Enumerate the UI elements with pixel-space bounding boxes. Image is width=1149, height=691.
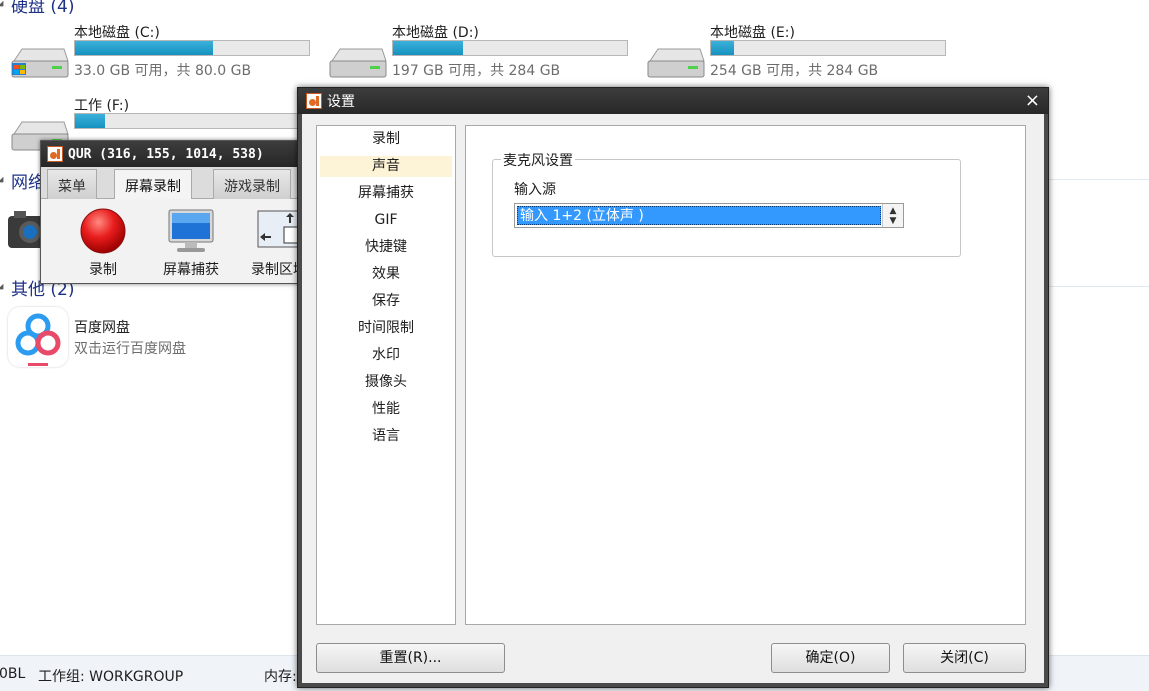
qur-toolbar: 录制 屏幕捕获 录制区域 — [41, 199, 309, 283]
collapse-arrow-icon[interactable] — [0, 176, 7, 185]
tab-screen-record[interactable]: 屏幕录制 — [114, 169, 192, 200]
record-button[interactable]: 录制 — [58, 203, 148, 281]
group-title: 麦克风设置 — [501, 150, 575, 170]
qur-titlebar[interactable]: QUR (316, 155, 1014, 538) — [41, 141, 309, 167]
drive-usage-fill — [75, 114, 106, 128]
tool-label: 录制 — [89, 262, 117, 278]
drive-size: 197 GB 可用，共 284 GB — [392, 63, 561, 79]
screen-capture-button[interactable]: 屏幕捕获 — [146, 203, 236, 281]
tool-label: 屏幕捕获 — [163, 262, 219, 278]
drive-d[interactable]: 本地磁盘 (D:) 197 GB 可用，共 284 GB — [326, 25, 636, 87]
workgroup-label: 工作组: WORKGROUP — [38, 669, 184, 685]
settings-content-panel: 麦克风设置 输入源 输入 1+2 (立体声 ) ▲ ▼ — [465, 125, 1026, 625]
baidu-netdisk-item[interactable]: 百度网盘 双击运行百度网盘 — [8, 307, 308, 369]
qur-tabs: 菜单 屏幕录制 游戏录制 — [41, 167, 309, 200]
reset-button[interactable]: 重置(R)... — [316, 643, 505, 673]
drive-e[interactable]: 本地磁盘 (E:) 254 GB 可用，共 284 GB — [644, 25, 954, 87]
drive-usage-bar — [710, 40, 946, 56]
app-name: 百度网盘 — [74, 320, 130, 336]
tab-game-record[interactable]: 游戏录制 — [213, 169, 291, 199]
record-icon — [80, 208, 126, 254]
windows-drive-icon — [11, 48, 69, 78]
app-logo-icon — [47, 146, 63, 162]
ok-button[interactable]: 确定(O) — [771, 643, 890, 673]
group-header-drives[interactable]: 硬盘 (4) — [0, 0, 74, 17]
close-icon[interactable]: × — [1025, 90, 1040, 112]
app-description: 双击运行百度网盘 — [74, 341, 186, 357]
app-logo-icon — [306, 93, 322, 109]
input-source-value: 输入 1+2 (立体声 ) — [517, 206, 881, 225]
drive-usage-bar — [74, 113, 310, 129]
close-button[interactable]: 关闭(C) — [903, 643, 1026, 673]
computer-name: 0BL — [0, 666, 26, 682]
nav-language[interactable]: 语言 — [320, 426, 452, 447]
drive-usage-fill — [75, 41, 214, 55]
drive-c[interactable]: 本地磁盘 (C:) 33.0 GB 可用，共 80.0 GB — [8, 25, 318, 87]
nav-sound[interactable]: 声音 — [320, 156, 452, 177]
nav-gif[interactable]: GIF — [320, 210, 452, 231]
drive-usage-bar — [74, 40, 310, 56]
microphone-settings-group: 麦克风设置 输入源 输入 1+2 (立体声 ) ▲ ▼ — [492, 150, 961, 257]
settings-title: 设置 — [327, 94, 355, 110]
monitor-icon — [168, 209, 214, 252]
drive-icon — [647, 48, 705, 78]
qur-main-window[interactable]: QUR (316, 155, 1014, 538) 菜单 屏幕录制 游戏录制 录… — [40, 140, 310, 284]
input-source-label: 输入源 — [514, 182, 556, 198]
drive-name: 本地磁盘 (E:) — [710, 25, 795, 41]
baidu-netdisk-icon — [8, 307, 68, 367]
collapse-arrow-icon[interactable] — [0, 283, 7, 292]
drive-size: 254 GB 可用，共 284 GB — [710, 63, 879, 79]
nav-time-limit[interactable]: 时间限制 — [320, 318, 452, 339]
memory-label: 内存: — [264, 669, 297, 685]
drive-usage-fill — [393, 41, 464, 55]
settings-client: 录制 声音 屏幕捕获 GIF 快捷键 效果 保存 时间限制 水印 摄像头 性能 … — [302, 114, 1044, 683]
nav-save[interactable]: 保存 — [320, 291, 452, 312]
qur-title: QUR (316, 155, 1014, 538) — [68, 146, 264, 162]
settings-dialog[interactable]: 设置 × 录制 声音 屏幕捕获 GIF 快捷键 效果 保存 时间限制 水印 摄像… — [297, 87, 1049, 688]
collapse-arrow-icon[interactable] — [0, 0, 7, 9]
tab-menu[interactable]: 菜单 — [47, 169, 97, 199]
drive-name: 本地磁盘 (C:) — [74, 25, 160, 41]
nav-effects[interactable]: 效果 — [320, 264, 452, 285]
settings-titlebar[interactable]: 设置 — [298, 88, 1048, 114]
nav-performance[interactable]: 性能 — [320, 399, 452, 420]
drive-usage-fill — [711, 41, 735, 55]
nav-record[interactable]: 录制 — [320, 129, 452, 150]
group-header-network[interactable]: 网络 — [0, 168, 45, 193]
nav-watermark[interactable]: 水印 — [320, 345, 452, 366]
group-title: 硬盘 (4) — [11, 0, 75, 17]
drive-name: 本地磁盘 (D:) — [392, 25, 479, 41]
drive-size: 33.0 GB 可用，共 80.0 GB — [74, 63, 252, 79]
nav-screen-capture[interactable]: 屏幕捕获 — [320, 183, 452, 204]
drive-name: 工作 (F:) — [74, 98, 130, 114]
drive-usage-bar — [392, 40, 628, 56]
settings-nav-list: 录制 声音 屏幕捕获 GIF 快捷键 效果 保存 时间限制 水印 摄像头 性能 … — [316, 125, 456, 625]
nav-hotkeys[interactable]: 快捷键 — [320, 237, 452, 258]
nav-webcam[interactable]: 摄像头 — [320, 372, 452, 393]
drive-icon — [329, 48, 387, 78]
spin-arrows-icon[interactable]: ▲ ▼ — [882, 204, 903, 227]
input-source-select[interactable]: 输入 1+2 (立体声 ) ▲ ▼ — [514, 203, 904, 228]
